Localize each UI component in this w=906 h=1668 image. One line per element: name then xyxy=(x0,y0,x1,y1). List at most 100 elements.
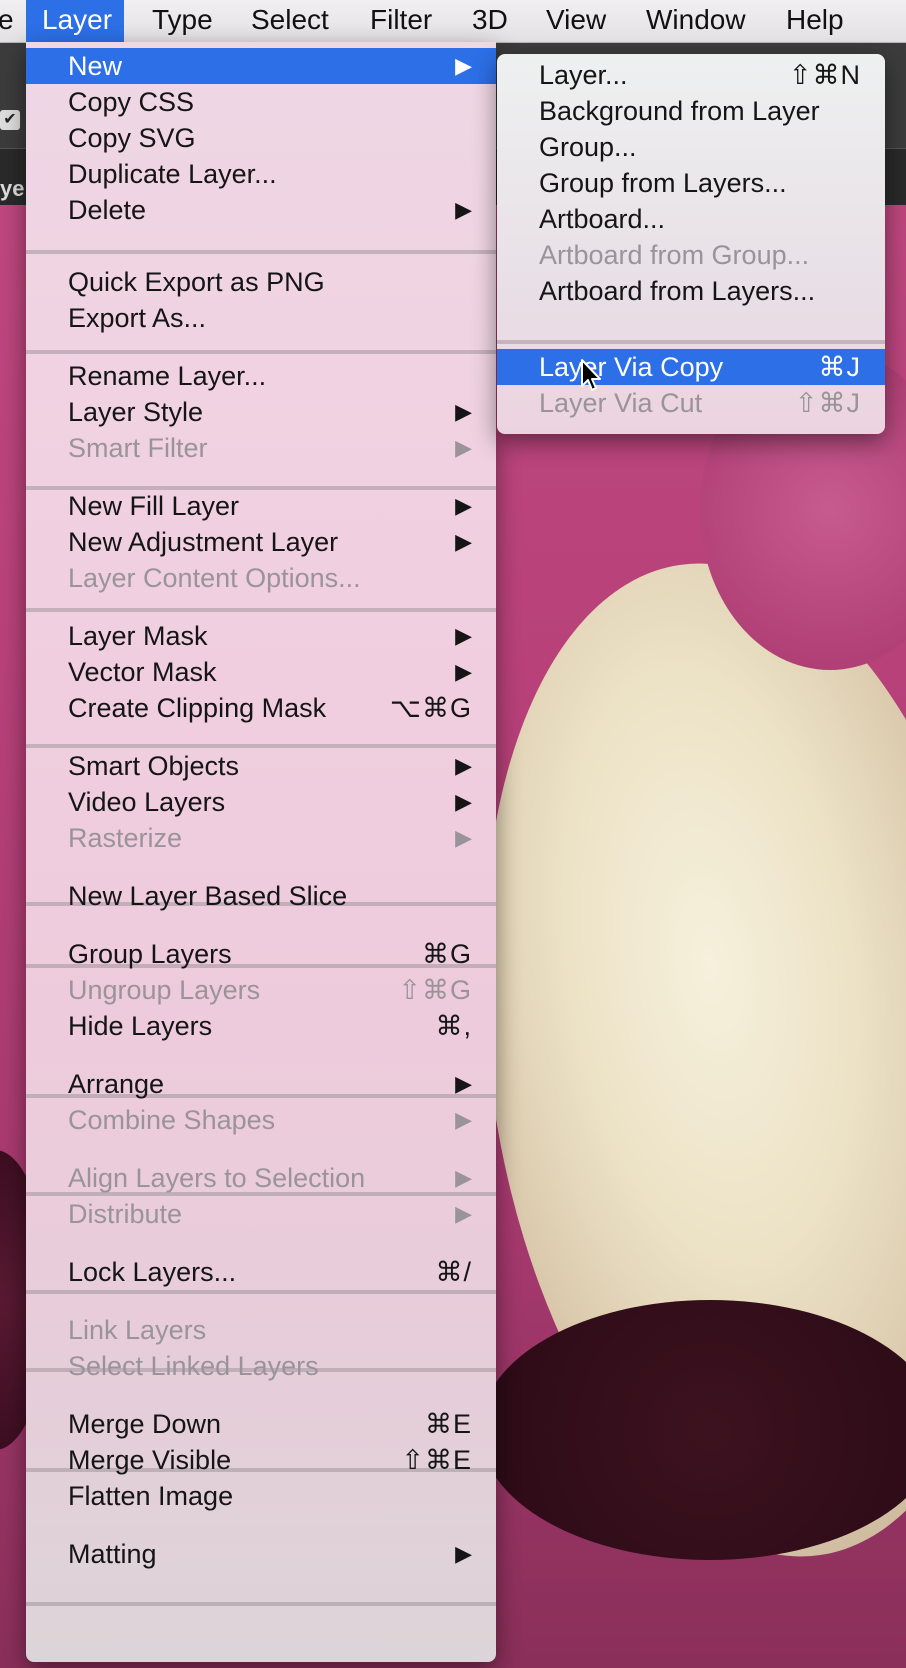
shortcut-label: ⌘, xyxy=(435,1011,472,1041)
menu-separator xyxy=(497,340,885,344)
menu-item-new-layer-based-slice[interactable]: New Layer Based Slice xyxy=(26,878,496,914)
menu-item-label: Group... xyxy=(539,132,637,162)
menubar-item-edit[interactable]: e xyxy=(0,0,20,42)
photo-shape xyxy=(480,1300,906,1560)
menu-item-label: Video Layers xyxy=(68,787,226,817)
menu-item-new-fill-layer[interactable]: New Fill Layer ▶ xyxy=(26,488,496,524)
submenu-item-artboard-from-group: Artboard from Group... xyxy=(497,237,885,273)
menu-item-label: New Layer Based Slice xyxy=(68,881,348,911)
submenu-item-artboard[interactable]: Artboard... xyxy=(497,201,885,237)
menu-item-group-layers[interactable]: Group Layers ⌘G xyxy=(26,936,496,972)
menu-item-align-layers: Align Layers to Selection ▶ xyxy=(26,1160,496,1196)
menu-item-layer-mask[interactable]: Layer Mask ▶ xyxy=(26,618,496,654)
mouse-pointer-icon xyxy=(581,359,601,391)
menubar: e Layer Type Select Filter 3D View Windo… xyxy=(0,0,906,43)
menu-item-merge-down[interactable]: Merge Down ⌘E xyxy=(26,1406,496,1442)
menu-item-duplicate-layer[interactable]: Duplicate Layer... xyxy=(26,156,496,192)
menubar-item-select[interactable]: Select xyxy=(251,0,329,42)
menu-item-create-clipping-mask[interactable]: Create Clipping Mask ⌥⌘G xyxy=(26,690,496,726)
submenu-arrow-icon: ▶ xyxy=(455,399,472,424)
menu-item-label: Flatten Image xyxy=(68,1481,234,1511)
menubar-item-help[interactable]: Help xyxy=(786,0,844,42)
menu-item-rasterize: Rasterize ▶ xyxy=(26,820,496,856)
menu-item-label: Delete xyxy=(68,195,147,225)
submenu-item-background-from-layer[interactable]: Background from Layer xyxy=(497,93,885,129)
menu-separator xyxy=(26,608,496,612)
shortcut-label: ⇧⌘E xyxy=(401,1445,472,1475)
shortcut-label: ⌥⌘G xyxy=(389,693,472,723)
submenu-arrow-icon: ▶ xyxy=(455,753,472,778)
new-submenu: Layer... ⇧⌘N Background from Layer Group.… xyxy=(497,54,885,434)
menu-item-label: Group Layers xyxy=(68,939,232,969)
shortcut-label: ⇧⌘J xyxy=(794,388,861,418)
menu-item-vector-mask[interactable]: Vector Mask ▶ xyxy=(26,654,496,690)
menu-item-label: Artboard from Layers... xyxy=(539,276,816,306)
submenu-item-layer-via-copy[interactable]: Layer Via Copy ⌘J xyxy=(497,349,885,385)
menu-item-label: Layer Via Cut xyxy=(539,388,703,418)
menu-item-new[interactable]: New ▶ xyxy=(26,48,496,84)
menu-item-new-adjustment-layer[interactable]: New Adjustment Layer ▶ xyxy=(26,524,496,560)
menubar-item-layer[interactable]: Layer xyxy=(26,0,124,42)
submenu-arrow-icon: ▶ xyxy=(455,659,472,684)
menu-item-matting[interactable]: Matting ▶ xyxy=(26,1536,496,1572)
shortcut-label: ⇧⌘N xyxy=(788,60,861,90)
menu-item-label: Background from Layer xyxy=(539,96,820,126)
submenu-item-group[interactable]: Group... xyxy=(497,129,885,165)
menu-item-merge-visible[interactable]: Merge Visible ⇧⌘E xyxy=(26,1442,496,1478)
menu-item-label: Hide Layers xyxy=(68,1011,213,1041)
menubar-item-3d[interactable]: 3D xyxy=(472,0,508,42)
menu-item-label: Copy SVG xyxy=(68,123,196,153)
shortcut-label: ⌘/ xyxy=(435,1257,472,1287)
submenu-item-layer[interactable]: Layer... ⇧⌘N xyxy=(497,57,885,93)
menu-item-label: Vector Mask xyxy=(68,657,217,687)
menu-item-arrange[interactable]: Arrange ▶ xyxy=(26,1066,496,1102)
menu-item-link-layers: Link Layers xyxy=(26,1312,496,1348)
menu-item-copy-css[interactable]: Copy CSS xyxy=(26,84,496,120)
menu-item-export-as[interactable]: Export As... xyxy=(26,300,496,336)
menu-item-label: Duplicate Layer... xyxy=(68,159,277,189)
menu-item-flatten-image[interactable]: Flatten Image xyxy=(26,1478,496,1514)
menu-item-layer-content-options: Layer Content Options... xyxy=(26,560,496,596)
submenu-item-group-from-layers[interactable]: Group from Layers... xyxy=(497,165,885,201)
menu-item-lock-layers[interactable]: Lock Layers... ⌘/ xyxy=(26,1254,496,1290)
menu-item-video-layers[interactable]: Video Layers ▶ xyxy=(26,784,496,820)
menu-item-label: Align Layers to Selection xyxy=(68,1163,366,1193)
menu-item-label: Group from Layers... xyxy=(539,168,787,198)
checkbox-icon[interactable]: ✔ xyxy=(0,110,20,130)
submenu-arrow-icon: ▶ xyxy=(455,1201,472,1226)
menu-item-quick-export[interactable]: Quick Export as PNG xyxy=(26,264,496,300)
submenu-arrow-icon: ▶ xyxy=(455,1107,472,1132)
menu-item-label: Artboard from Group... xyxy=(539,240,810,270)
submenu-arrow-icon: ▶ xyxy=(455,529,472,554)
submenu-arrow-icon: ▶ xyxy=(455,493,472,518)
submenu-arrow-icon: ▶ xyxy=(455,789,472,814)
submenu-item-artboard-from-layers[interactable]: Artboard from Layers... xyxy=(497,273,885,309)
menu-item-label: Rasterize xyxy=(68,823,183,853)
menu-item-smart-objects[interactable]: Smart Objects ▶ xyxy=(26,748,496,784)
submenu-arrow-icon: ▶ xyxy=(455,623,472,648)
menu-item-label: Combine Shapes xyxy=(68,1105,276,1135)
menu-item-distribute: Distribute ▶ xyxy=(26,1196,496,1232)
menu-item-label: Copy CSS xyxy=(68,87,195,117)
menu-item-copy-svg[interactable]: Copy SVG xyxy=(26,120,496,156)
menu-item-layer-style[interactable]: Layer Style ▶ xyxy=(26,394,496,430)
menu-item-delete[interactable]: Delete ▶ xyxy=(26,192,496,228)
menu-item-label: Layer Content Options... xyxy=(68,563,361,593)
menubar-item-type[interactable]: Type xyxy=(152,0,213,42)
menubar-item-window[interactable]: Window xyxy=(646,0,746,42)
menu-item-label: Layer Style xyxy=(68,397,204,427)
layer-menu: New ▶ Copy CSS Copy SVG Duplicate Layer..… xyxy=(26,42,496,1662)
menubar-item-filter[interactable]: Filter xyxy=(370,0,432,42)
menu-separator xyxy=(26,250,496,254)
menu-separator xyxy=(26,1602,496,1606)
shortcut-label: ⌘G xyxy=(421,939,472,969)
menu-item-label: Matting xyxy=(68,1539,157,1569)
menu-item-hide-layers[interactable]: Hide Layers ⌘, xyxy=(26,1008,496,1044)
submenu-arrow-icon: ▶ xyxy=(455,197,472,222)
menu-item-combine-shapes: Combine Shapes ▶ xyxy=(26,1102,496,1138)
menu-item-rename-layer[interactable]: Rename Layer... xyxy=(26,358,496,394)
menu-item-label: Arrange xyxy=(68,1069,165,1099)
menu-item-ungroup-layers: Ungroup Layers ⇧⌘G xyxy=(26,972,496,1008)
menu-item-label: New Fill Layer xyxy=(68,491,240,521)
menubar-item-view[interactable]: View xyxy=(546,0,606,42)
